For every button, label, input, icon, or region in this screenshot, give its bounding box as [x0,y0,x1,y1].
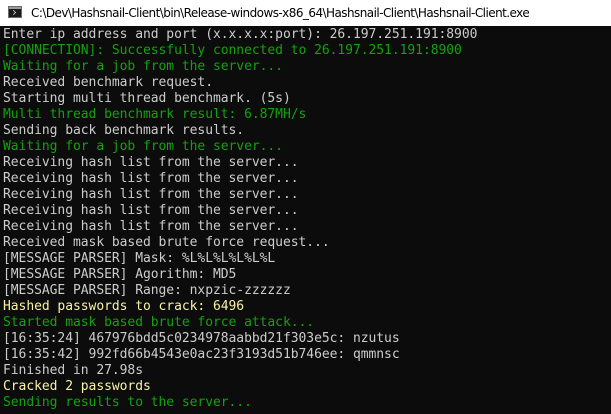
console-line: Starting multi thread benchmark. (5s) [3,91,291,106]
console-line: [CONNECTION]: Successfully connected to … [3,43,462,58]
console-line: Receiving hash list from the server... [3,219,299,234]
console-line: Hashed passwords to crack: 6496 [3,299,245,314]
console-line: Sending back benchmark results. [3,123,245,138]
console-line: Received benchmark request. [3,75,213,90]
console-line: [16:35:24] 467976bdd5c0234978aabbd21f303… [3,331,400,346]
console-line: [MESSAGE PARSER] Range: nxpzic-zzzzzz [3,283,291,298]
console-line: Waiting for a job from the server... [3,59,283,74]
console-line: Finished in 27.98s [3,363,143,378]
console-line: Receiving hash list from the server... [3,171,299,186]
console-line: Cracked 2 passwords [3,379,151,394]
console-line: Receiving hash list from the server... [3,203,299,218]
title-bar[interactable]: C:\Dev\Hashsnail-Client\bin\Release-wind… [0,0,611,26]
console-line: Started mask based brute force attack... [3,315,315,330]
console-line: Receiving hash list from the server... [3,187,299,202]
console-line: Waiting for a job from the server... [3,139,283,154]
console-line: Receiving hash list from the server... [3,155,299,170]
console-window: C:\Dev\Hashsnail-Client\bin\Release-wind… [0,0,611,414]
console-line: Received mask based brute force request.… [3,235,330,250]
console-line: [MESSAGE PARSER] Agorithm: MD5 [3,267,237,282]
console-output[interactable]: Enter ip address and port (x.x.x.x:port)… [0,26,611,414]
console-line: Multi thread benchmark result: 6.87MH/s [3,107,307,122]
console-line: Sending results to the server... [3,395,252,410]
console-line: [16:35:42] 992fd66b4543e0ac23f3193d51b74… [3,347,400,362]
console-line: [MESSAGE PARSER] Mask: %L%L%L%L%L%L [3,251,276,266]
console-line: Enter ip address and port (x.x.x.x:port)… [3,27,478,42]
window-title: C:\Dev\Hashsnail-Client\bin\Release-wind… [31,6,530,20]
console-app-icon [8,6,22,18]
